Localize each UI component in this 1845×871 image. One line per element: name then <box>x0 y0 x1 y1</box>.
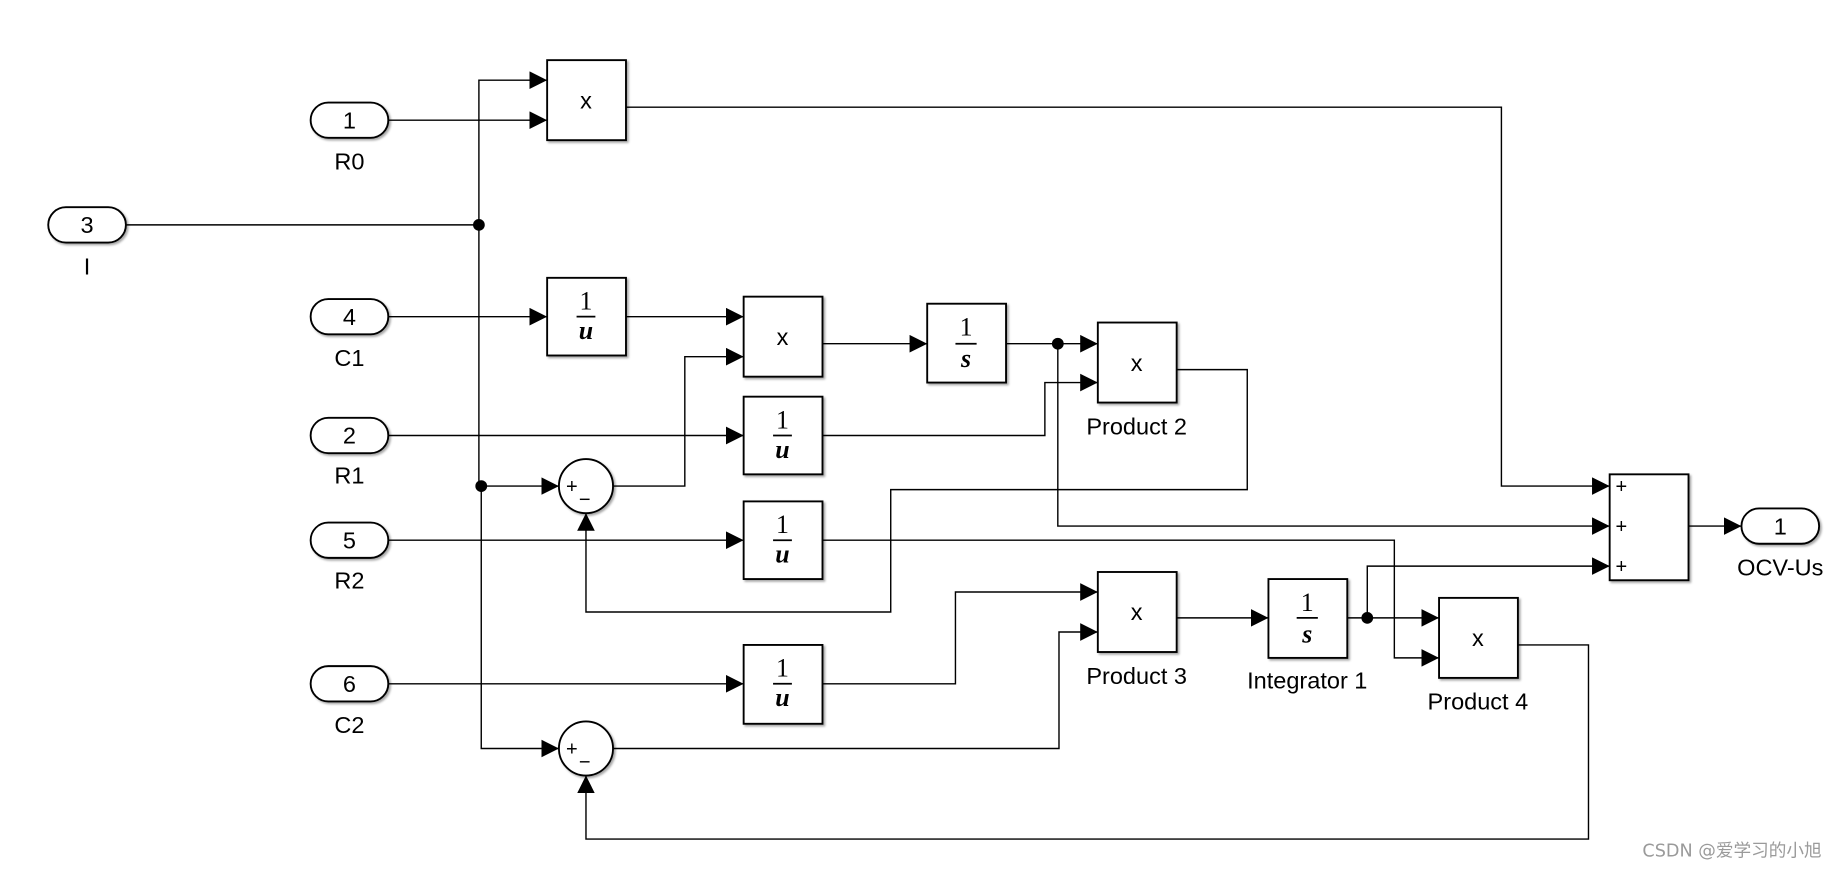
fraction-numerator: 1 <box>580 287 593 316</box>
product-block-c1[interactable]: x <box>742 295 824 378</box>
port-number: 3 <box>81 212 94 238</box>
inport-i[interactable]: 3 I <box>47 206 127 279</box>
wire-invc2 <box>822 583 1098 685</box>
port-number: 1 <box>343 107 356 133</box>
plus-sign: + <box>1616 476 1628 498</box>
wire-i-to-sub2b <box>480 486 559 758</box>
sum-block[interactable]: + + + <box>1608 473 1690 582</box>
block-label: Product 2 <box>1086 413 1187 439</box>
reciprocal-block-c2[interactable]: 1 u <box>742 644 824 725</box>
port-label: C2 <box>334 712 364 738</box>
product-block-3[interactable]: x Product 3 <box>1086 571 1187 689</box>
product-block-2[interactable]: x Product 2 <box>1086 321 1187 440</box>
subtract-block-2[interactable]: + − <box>557 720 614 777</box>
port-number: 2 <box>343 423 356 449</box>
block-label: Product 3 <box>1086 663 1187 689</box>
product-block-4[interactable]: x Product 4 <box>1428 596 1529 715</box>
junction-dot <box>475 480 488 492</box>
fraction-numerator: 1 <box>776 405 789 434</box>
watermark: CSDN @爱学习的小旭 <box>1642 841 1821 862</box>
minus-sign: − <box>579 751 591 773</box>
port-label: R1 <box>334 463 364 489</box>
port-label: OCV-Us <box>1737 555 1823 581</box>
plus-sign: + <box>1616 516 1628 538</box>
simulink-canvas: 1 R0 3 I 4 C1 2 R1 5 R2 6 C2 x x x Produ… <box>0 0 1845 871</box>
signal-lines <box>125 71 1742 840</box>
fraction-numerator: 1 <box>776 654 789 683</box>
fraction-denominator: u <box>775 683 789 712</box>
plus-sign: + <box>566 476 578 498</box>
reciprocal-block-r1[interactable]: 1 u <box>742 395 824 476</box>
fraction-numerator: 1 <box>960 312 973 341</box>
port-number: 6 <box>343 671 356 697</box>
fraction-denominator: u <box>775 435 789 464</box>
inport-r2[interactable]: 5 R2 <box>309 521 390 594</box>
port-number: 4 <box>343 304 356 330</box>
wire-sub2-out <box>613 623 1098 750</box>
product-block-1[interactable]: x <box>546 59 627 142</box>
reciprocal-block-c1[interactable]: 1 u <box>546 276 627 357</box>
inport-c2[interactable]: 6 C2 <box>309 665 390 738</box>
fraction-numerator: 1 <box>1301 588 1314 617</box>
subtract-block-1[interactable]: + − <box>557 458 614 515</box>
product-symbol: x <box>1131 350 1143 376</box>
outport-ocv-us[interactable]: 1 OCV-Us <box>1737 507 1823 581</box>
junction-dot <box>473 218 485 231</box>
product-symbol: x <box>777 324 789 350</box>
fraction-denominator: s <box>1301 620 1312 649</box>
integrator-block-1[interactable]: 1 s Integrator 1 <box>1247 578 1367 693</box>
integrator-block[interactable]: 1 s <box>926 302 1007 384</box>
inport-r0[interactable]: 1 R0 <box>309 101 390 175</box>
reciprocal-block-r2[interactable]: 1 u <box>742 500 824 580</box>
port-label: R0 <box>334 149 364 175</box>
port-label: C1 <box>334 345 364 371</box>
product-symbol: x <box>1472 625 1484 651</box>
block-label: Product 4 <box>1428 689 1529 715</box>
wire-i-to-product1 <box>478 71 548 225</box>
plus-sign: + <box>1616 556 1628 578</box>
wire-invr1 <box>822 373 1098 437</box>
inport-r1[interactable]: 2 R1 <box>309 416 390 489</box>
port-label: I <box>84 253 91 279</box>
fraction-denominator: s <box>960 344 971 373</box>
fraction-numerator: 1 <box>776 510 789 539</box>
product-symbol: x <box>1131 599 1143 625</box>
block-label: Integrator 1 <box>1247 667 1367 693</box>
minus-sign: − <box>579 489 591 511</box>
fraction-denominator: u <box>579 316 593 345</box>
inport-c1[interactable]: 4 C1 <box>309 298 390 371</box>
wire-sub1-out <box>613 347 744 487</box>
port-number: 1 <box>1774 513 1787 539</box>
port-label: R2 <box>334 567 364 593</box>
junction-dot <box>1361 611 1374 624</box>
product-symbol: x <box>580 87 592 113</box>
junction-dot <box>1051 337 1064 350</box>
fraction-denominator: u <box>775 540 789 569</box>
port-number: 5 <box>343 527 356 553</box>
plus-sign: + <box>566 739 578 761</box>
